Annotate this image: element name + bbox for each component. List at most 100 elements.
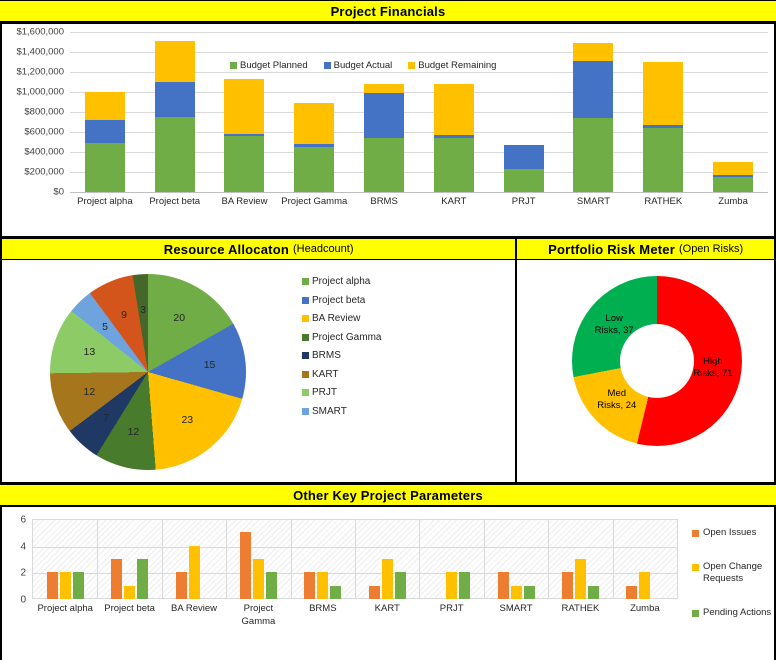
stacked-bar[interactable] (433, 83, 474, 192)
bar[interactable] (304, 572, 316, 599)
bar-group[interactable] (559, 32, 629, 192)
bar-group[interactable] (97, 520, 161, 599)
bar[interactable] (330, 585, 342, 599)
bar-group[interactable] (419, 32, 489, 192)
bar-group[interactable] (548, 520, 612, 599)
bar[interactable] (188, 545, 200, 599)
bar-group[interactable] (33, 520, 97, 599)
bar-group[interactable] (613, 520, 677, 599)
legend-swatch (302, 296, 309, 304)
stacked-bar[interactable] (224, 78, 265, 192)
legend-item: SMART (302, 406, 381, 417)
bar-segment[interactable] (294, 102, 335, 144)
pie-slice-label: 9 (121, 308, 127, 321)
x-axis-tick-label: PRJT (439, 603, 464, 614)
bar[interactable] (446, 572, 458, 599)
bar[interactable] (510, 585, 522, 599)
bar-segment[interactable] (503, 169, 544, 192)
other-parameters-chart: 0246 Project alpha Project beta BA Review P… (0, 507, 776, 660)
bar[interactable] (587, 585, 599, 599)
gridline (70, 192, 768, 193)
bar-group[interactable] (628, 32, 698, 192)
bar-segment[interactable] (713, 162, 754, 175)
financials-title-banner: Project Financials (0, 0, 776, 22)
bar[interactable] (459, 572, 471, 599)
stacked-bar[interactable] (573, 43, 614, 192)
bar-group[interactable] (489, 32, 559, 192)
bar-segment[interactable] (154, 117, 195, 192)
bar-segment[interactable] (433, 137, 474, 192)
x-axis-tick-label: Project alpha (37, 603, 93, 614)
bar-segment[interactable] (573, 61, 614, 118)
stacked-bar[interactable] (154, 41, 195, 192)
bar-group[interactable] (698, 32, 768, 192)
bar[interactable] (381, 559, 393, 599)
x-axis-tick-label: BA Review (171, 603, 217, 614)
bar-segment[interactable] (84, 92, 125, 120)
risk-title-banner: Portfolio Risk Meter (Open Risks) (517, 238, 774, 260)
stacked-bar[interactable] (713, 162, 754, 192)
bar-group[interactable] (140, 32, 210, 192)
legend-label: Open Issues (703, 527, 757, 538)
bar-group[interactable] (162, 520, 226, 599)
stacked-bar[interactable] (84, 92, 125, 192)
bar[interactable] (497, 572, 509, 599)
bar[interactable] (46, 572, 58, 599)
bar[interactable] (175, 572, 187, 599)
bar-segment[interactable] (224, 78, 265, 134)
bar[interactable] (574, 559, 586, 599)
bar[interactable] (265, 572, 277, 599)
bar-segment[interactable] (503, 145, 544, 169)
financials-bars (70, 32, 768, 192)
bar[interactable] (239, 532, 251, 599)
bar-segment[interactable] (364, 138, 405, 192)
bar-segment[interactable] (713, 177, 754, 192)
bar-segment[interactable] (84, 143, 125, 192)
bar-segment[interactable] (643, 128, 684, 192)
bar-segment[interactable] (84, 120, 125, 143)
bar-group[interactable] (349, 32, 419, 192)
bar-group[interactable] (291, 520, 355, 599)
bar-segment[interactable] (224, 135, 265, 192)
bar[interactable] (59, 572, 71, 599)
bar-segment[interactable] (154, 82, 195, 117)
stacked-bar[interactable] (503, 145, 544, 192)
bar[interactable] (394, 572, 406, 599)
bar[interactable] (368, 585, 380, 599)
legend-label: BA Review (312, 313, 361, 324)
bar-group[interactable] (355, 520, 419, 599)
legend-item: Project beta (302, 295, 381, 306)
bar-group[interactable] (419, 520, 483, 599)
bar-group[interactable] (279, 32, 349, 192)
stacked-bar[interactable] (294, 102, 335, 192)
bar-segment[interactable] (364, 92, 405, 138)
legend-label: Project Gamma (312, 331, 382, 343)
stacked-bar[interactable] (364, 83, 405, 192)
bar-group[interactable] (226, 520, 290, 599)
bar[interactable] (111, 559, 123, 599)
portfolio-risk-panel: Portfolio Risk Meter (Open Risks) High Ri… (517, 238, 774, 482)
bar-segment[interactable] (573, 43, 614, 61)
legend-item: Pending Actions (692, 607, 776, 619)
bar-segment[interactable] (294, 146, 335, 192)
bar-segment[interactable] (573, 117, 614, 192)
bar[interactable] (626, 585, 638, 599)
bar-group[interactable] (484, 520, 548, 599)
stacked-bar[interactable] (643, 62, 684, 192)
resource-title-banner: Resource Allocaton (Headcount) (2, 238, 516, 260)
bar[interactable] (137, 559, 149, 599)
bar[interactable] (639, 572, 651, 599)
bar[interactable] (72, 572, 84, 599)
bar[interactable] (317, 572, 329, 599)
bar[interactable] (523, 585, 535, 599)
bar-segment[interactable] (154, 41, 195, 82)
bar[interactable] (124, 585, 136, 599)
bar-segment[interactable] (364, 83, 405, 93)
pie-slice-label: 13 (83, 345, 96, 358)
bar-segment[interactable] (433, 83, 474, 135)
bar-group[interactable] (210, 32, 280, 192)
bar[interactable] (561, 572, 573, 599)
bar-segment[interactable] (643, 62, 684, 125)
bar[interactable] (252, 559, 264, 599)
bar-group[interactable] (70, 32, 140, 192)
